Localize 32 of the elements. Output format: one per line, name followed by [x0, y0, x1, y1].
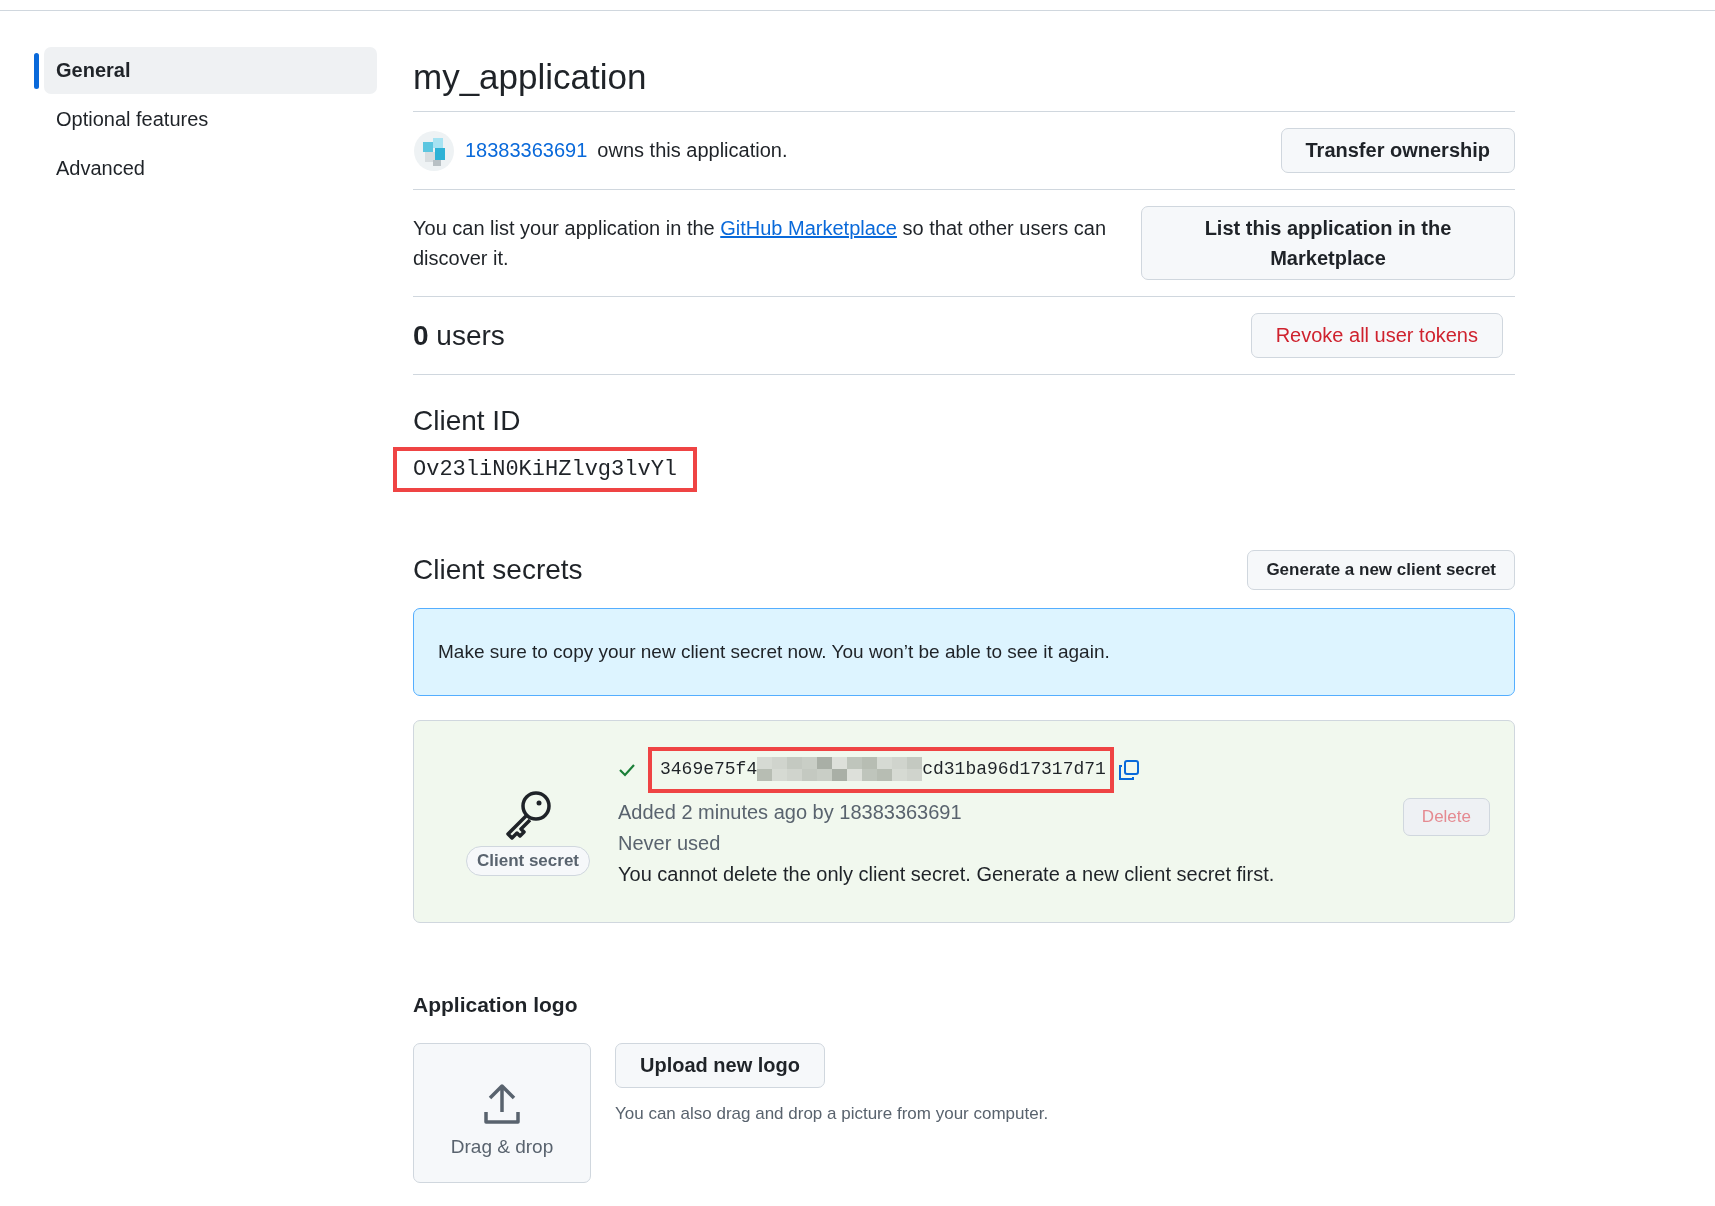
list-marketplace-button[interactable]: List this application in the Marketplace	[1141, 206, 1515, 280]
owner-link[interactable]: 18383363691	[465, 139, 588, 162]
selection-indicator	[34, 52, 39, 89]
page-title: my_application	[413, 57, 1515, 112]
section-heading: Client secrets	[413, 554, 583, 586]
sidebar-item[interactable]: Optional features	[44, 96, 377, 143]
usage-info: Never used	[618, 832, 722, 855]
user-count: 0 users	[413, 319, 505, 352]
section-heading: Client ID	[413, 405, 522, 437]
secret-value: 3469e75f4	[660, 759, 758, 779]
transfer-button[interactable]: Transfer ownership	[1280, 128, 1515, 173]
added-info: Added 2 minutes ago by 18383363691	[618, 801, 963, 824]
dropzone-label: Drag & drop	[450, 1136, 554, 1158]
upload-logo-button[interactable]: Upload new logo	[615, 1043, 825, 1088]
avatar-icon	[413, 129, 455, 172]
info-banner: Make sure to copy your new client secret now. You won’t be able to see it again.	[413, 608, 1515, 696]
owner-text: owns this application.	[597, 139, 788, 162]
copy-icon[interactable]	[1117, 759, 1140, 781]
section-heading: Application logo	[413, 993, 579, 1017]
logo-dropzone[interactable]: Drag & drop	[413, 1043, 591, 1183]
secret-value: cd31ba96d17317d71	[922, 759, 1106, 779]
marketplace-link[interactable]: GitHub Marketplace	[720, 217, 897, 239]
upload-icon	[482, 1082, 522, 1126]
revoke-tokens-button[interactable]: Revoke all user tokens	[1250, 313, 1503, 358]
client-id: Ov23liN0KiHZlvg3lvYl	[413, 457, 678, 482]
marketplace-text: You can list your application in the GitHub Marketplace so that other users can discover it.	[413, 216, 1107, 271]
generate-secret-button[interactable]: Generate a new client secret	[1247, 550, 1515, 590]
upload-hint: You can also drag and drop a picture from your computer.	[615, 1104, 1049, 1124]
warning-text: You cannot delete the only client secret. Generate a new client secret first.	[618, 863, 1276, 886]
secret-label: Client secret	[465, 845, 590, 876]
sidebar-item[interactable]: Advanced	[44, 145, 377, 192]
sidebar-item[interactable]: General	[44, 47, 377, 94]
